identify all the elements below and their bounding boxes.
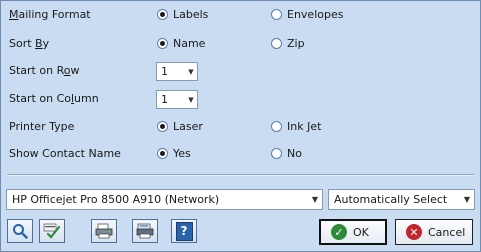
radio-zip-text: Zip <box>287 36 305 50</box>
help-icon: ? <box>175 221 193 241</box>
show-contact-row: Show Contact Name Yes No <box>9 144 469 162</box>
radio-labels-text: Labels <box>173 7 209 21</box>
radio-laser-text: Laser <box>173 119 203 133</box>
ok-button-label: OK <box>353 225 369 239</box>
start-row-row: Start on Row <box>9 61 469 79</box>
printer-select[interactable]: HP Officejet Pro 8500 A910 (Network) ▼ <box>6 189 323 210</box>
radio-yes[interactable]: Yes <box>157 147 191 160</box>
zoom-button[interactable] <box>7 219 33 243</box>
printer-setup-button[interactable] <box>132 219 158 243</box>
mailing-format-label-rest: ailing Format <box>18 7 91 21</box>
start-column-dropdown-icon[interactable]: ▼ <box>185 96 197 104</box>
radio-no-dot[interactable] <box>271 147 282 159</box>
check-icon: ✓ <box>331 224 347 240</box>
radio-envelopes[interactable]: Envelopes <box>271 8 343 21</box>
radio-envelopes-text: Envelopes <box>287 7 344 21</box>
mailing-format-label: Mailing Format <box>9 7 91 21</box>
radio-name-text: Name <box>173 36 206 50</box>
ok-button[interactable]: ✓ OK <box>319 219 387 245</box>
radio-laser-dot[interactable] <box>157 120 168 132</box>
start-column-value[interactable]: 1 <box>157 93 185 106</box>
radio-no-text: No <box>287 146 302 160</box>
start-row-dropdown-icon[interactable]: ▼ <box>185 68 197 76</box>
radio-yes-dot[interactable] <box>157 147 168 159</box>
printer-type-row: Printer Type Laser Ink Jet <box>9 117 469 135</box>
radio-yes-text: Yes <box>173 146 191 160</box>
radio-no[interactable]: No <box>271 147 302 160</box>
spell-check-button[interactable] <box>39 219 65 243</box>
cancel-icon: ✕ <box>406 224 422 240</box>
radio-zip-dot[interactable] <box>271 37 282 49</box>
zoom-icon <box>13 224 28 239</box>
mailing-labels-dialog: Mailing Format Labels Envelopes Sort By … <box>0 0 481 252</box>
cancel-button[interactable]: ✕ Cancel <box>395 219 473 245</box>
radio-name[interactable]: Name <box>157 37 205 50</box>
tray-select-dropdown-icon[interactable]: ▼ <box>460 195 474 204</box>
radio-envelopes-dot[interactable] <box>271 8 282 20</box>
start-column-spinner[interactable]: 1 ▼ <box>156 90 198 109</box>
spell-check-icon <box>43 223 61 239</box>
radio-name-dot[interactable] <box>157 37 168 49</box>
radio-labels[interactable]: Labels <box>157 8 208 21</box>
radio-laser[interactable]: Laser <box>157 120 203 133</box>
divider <box>7 174 474 176</box>
cancel-button-label: Cancel <box>428 225 466 239</box>
print-preview-button[interactable] <box>91 219 117 243</box>
start-column-row: Start on Column <box>9 89 469 107</box>
tray-select-value[interactable]: Automatically Select <box>329 193 460 206</box>
start-row-label: Start on Row <box>9 63 80 77</box>
sort-by-label: Sort By <box>9 36 50 50</box>
radio-inkjet[interactable]: Ink Jet <box>271 120 321 133</box>
printer-type-label: Printer Type <box>9 119 75 133</box>
printer-setup-icon <box>136 223 154 239</box>
radio-inkjet-dot[interactable] <box>271 120 282 132</box>
print-preview-icon <box>95 223 113 239</box>
tray-select[interactable]: Automatically Select ▼ <box>328 189 475 210</box>
sort-by-row: Sort By Name Zip <box>9 34 469 52</box>
start-row-value[interactable]: 1 <box>157 65 185 78</box>
radio-labels-dot[interactable] <box>157 8 168 20</box>
radio-zip[interactable]: Zip <box>271 37 305 50</box>
start-row-spinner[interactable]: 1 ▼ <box>156 62 198 81</box>
printer-select-value[interactable]: HP Officejet Pro 8500 A910 (Network) <box>7 193 308 206</box>
printer-select-dropdown-icon[interactable]: ▼ <box>308 195 322 204</box>
help-button[interactable]: ? <box>171 219 197 243</box>
mailing-format-row: Mailing Format Labels Envelopes <box>9 5 469 23</box>
show-contact-label: Show Contact Name <box>9 146 121 160</box>
radio-inkjet-text: Ink Jet <box>287 119 322 133</box>
start-column-label: Start on Column <box>9 91 99 105</box>
